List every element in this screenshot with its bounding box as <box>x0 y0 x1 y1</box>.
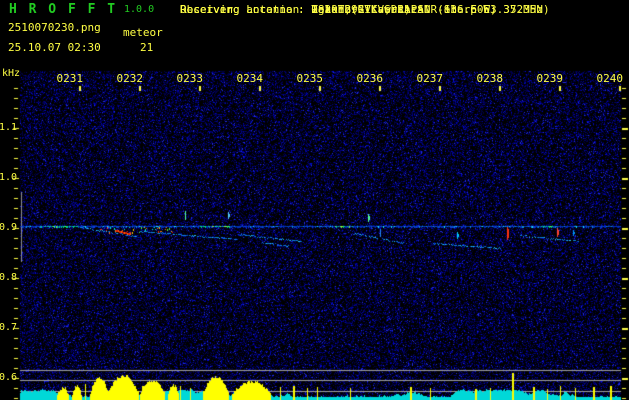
time-tick-label: 0236 <box>356 72 384 85</box>
freq-tick-label: 1.0 <box>0 172 18 183</box>
spectrogram-canvas <box>0 0 629 400</box>
info-label: Receiving antenna <box>180 3 293 16</box>
time-tick-label: 0240 <box>596 72 624 85</box>
info-separator: : <box>298 3 312 16</box>
info-row: Receiving antenna: 2el-HB9CV Vertical (e… <box>180 4 497 16</box>
freq-tick-label: 1.1 <box>0 122 18 133</box>
output-filename: 2510070230.png <box>8 21 101 34</box>
app-title: H R O F F T <box>9 2 118 17</box>
app-version: 1.0.0 <box>124 4 155 15</box>
date-time: 25.10.07 02:30 <box>8 41 101 54</box>
time-tick-label: 0237 <box>416 72 444 85</box>
echo-count: 21 <box>140 41 154 54</box>
time-tick-label: 0235 <box>296 72 324 85</box>
info-value: 2el-HB9CV Vertical (el. E-W) <box>311 3 497 16</box>
hrofft-screen: H R O F F T 1.0.0 2510070230.png meteor … <box>0 0 629 400</box>
freq-tick-label: 0.7 <box>0 322 18 333</box>
freq-tick-label: 0.6 <box>0 372 18 383</box>
freq-tick-label: 0.9 <box>0 222 18 233</box>
mode-label: meteor <box>123 26 163 39</box>
time-tick-label: 0231 <box>56 72 84 85</box>
time-tick-label: 0239 <box>536 72 564 85</box>
freq-unit-label: kHz <box>2 68 21 79</box>
time-tick-label: 0238 <box>476 72 504 85</box>
time-tick-label: 0234 <box>236 72 264 85</box>
freq-tick-label: 0.8 <box>0 272 18 283</box>
time-tick-label: 0233 <box>176 72 204 85</box>
time-tick-label: 0232 <box>116 72 144 85</box>
